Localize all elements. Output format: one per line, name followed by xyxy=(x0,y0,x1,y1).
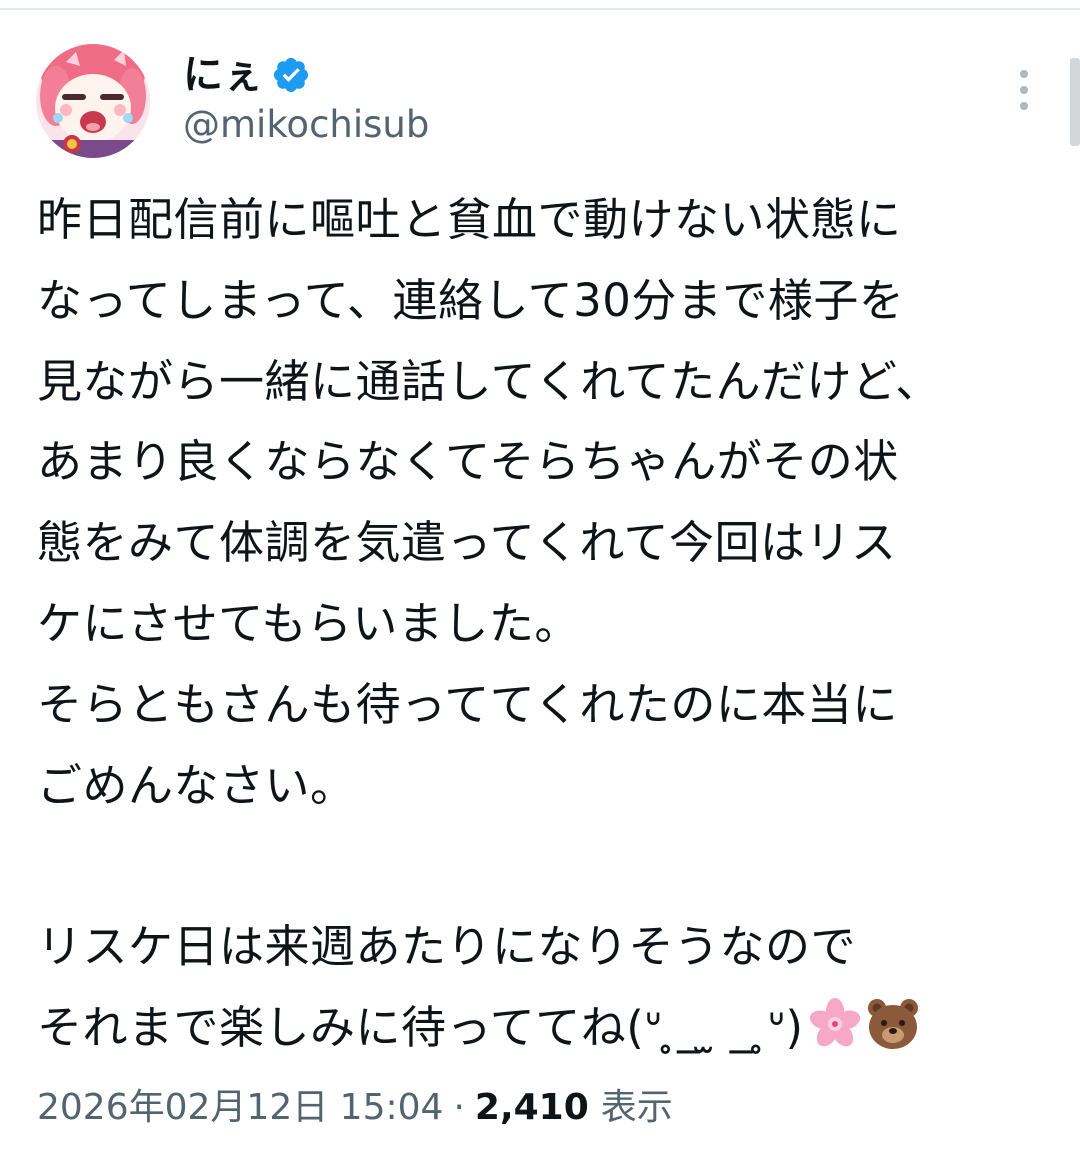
cherry-blossom-emoji-icon xyxy=(808,996,862,1050)
meta-separator: · xyxy=(453,1087,465,1128)
more-dot-icon xyxy=(1020,70,1028,78)
views-count[interactable]: 2,410 xyxy=(475,1082,589,1134)
avatar[interactable] xyxy=(36,44,150,158)
author-handle[interactable]: @mikochisub xyxy=(183,102,429,148)
more-dot-icon xyxy=(1020,102,1028,110)
post-text-last-line: それまで楽しみに待っててね(ᐡ ̥_ ̫ _ ̥ᐡ) xyxy=(37,988,1047,1069)
post-text-line: 態をみて体調を気遣ってくれて今回はリス xyxy=(37,516,897,570)
post-text-line: なってしまって、連絡して30分まで様子を xyxy=(37,273,905,327)
author-name-row[interactable]: にぇ xyxy=(183,50,311,100)
post-text: 昨日配信前に嘔吐と貧血で動けない状態に なってしまって、連絡して30分まで様子を… xyxy=(37,180,1047,1069)
post-text-line: 昨日配信前に嘔吐と貧血で動けない状態に xyxy=(37,193,902,246)
bear-face-emoji-icon xyxy=(866,996,920,1050)
views-label: 表示 xyxy=(600,1087,673,1128)
post-text-line: あまり良くならなくてそらちゃんがその状 xyxy=(37,435,899,489)
more-dot-icon xyxy=(1020,86,1028,94)
post-text-line: それまで楽しみに待っててね(ᐡ ̥_ ̫ _ ̥ᐡ) xyxy=(37,1000,804,1054)
post-text-line: 見ながら一緒に通話してくれてたんだけど、 xyxy=(37,354,941,408)
more-options-button[interactable] xyxy=(1004,66,1044,114)
avatar-image xyxy=(36,44,150,158)
author-display-name[interactable]: にぇ xyxy=(183,50,263,100)
post-text-line: そらともさんも待っててくれたのに本当に xyxy=(37,677,898,731)
post-timestamp[interactable]: 2026年02月12日 15:04 xyxy=(37,1082,443,1134)
post-text-line: リスケ日は来週あたりになりそうなので xyxy=(37,920,857,974)
post-text-blank-line xyxy=(37,826,1047,907)
post-meta: 2026年02月12日 15:04 · 2,410 表示 xyxy=(37,1082,673,1134)
post-text-line: ごめんなさい。 xyxy=(37,758,356,812)
post-text-line: ケにさせてもらいました。 xyxy=(37,596,580,650)
verified-badge-icon xyxy=(271,55,311,95)
post: にぇ @mikochisub 昨日配信前に嘔吐と貧血で動けない状態に なってしま… xyxy=(0,0,1080,1154)
